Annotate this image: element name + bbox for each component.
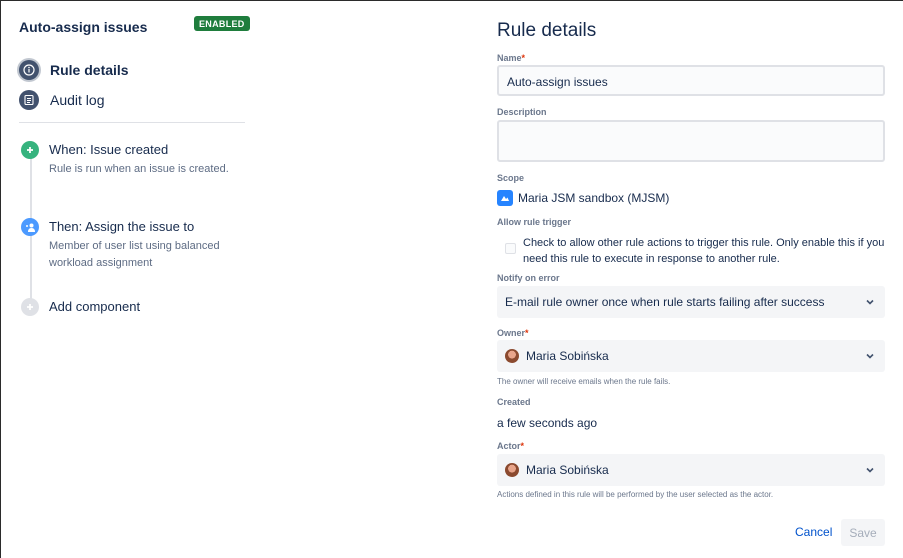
assign-user-icon (21, 218, 39, 236)
created-label: Created (497, 397, 531, 407)
list-icon (19, 90, 39, 110)
notify-select[interactable]: E-mail rule owner once when rule starts … (497, 286, 885, 318)
chevron-down-icon (866, 299, 874, 305)
owner-value: Maria Sobińska (526, 349, 609, 363)
rule-sidebar: Auto-assign issues ENABLED Rule details … (1, 1, 471, 557)
name-value: Auto-assign issues (507, 75, 608, 89)
scope-value: Maria JSM sandbox (MJSM) (497, 190, 669, 206)
description-label: Description (497, 107, 547, 117)
nav-audit-log[interactable]: Audit log (19, 89, 104, 111)
actor-value: Maria Sobińska (526, 463, 609, 477)
owner-select[interactable]: Maria Sobińska (497, 340, 885, 372)
actor-select[interactable]: Maria Sobińska (497, 454, 885, 486)
nav-label: Audit log (50, 92, 105, 108)
owner-label: Owner* (497, 328, 529, 338)
allow-trigger-text: Check to allow other rule actions to tri… (523, 237, 885, 265)
rule-details-form: Rule details Name* Auto-assign issues De… (497, 0, 897, 558)
actor-help: Actions defined in this rule will be per… (497, 490, 774, 499)
name-field[interactable]: Auto-assign issues (497, 65, 885, 96)
allow-trigger-checkbox[interactable] (505, 243, 516, 254)
chevron-down-icon (866, 467, 874, 473)
project-icon (497, 190, 513, 206)
avatar (505, 463, 519, 477)
notify-label: Notify on error (497, 273, 560, 283)
owner-help: The owner will receive emails when the r… (497, 377, 671, 386)
avatar (505, 349, 519, 363)
component-description: Rule is run when an issue is created. (49, 163, 229, 175)
status-badge: ENABLED (194, 16, 250, 31)
component-title: When: Issue created (49, 142, 169, 157)
divider (19, 122, 245, 123)
chevron-down-icon (866, 353, 874, 359)
scope-label: Scope (497, 173, 525, 183)
info-icon (19, 60, 39, 80)
rule-title: Auto-assign issues (19, 19, 148, 35)
description-field[interactable] (497, 120, 885, 162)
nav-label: Rule details (50, 62, 129, 78)
component-description: Member of user list using balanced workl… (49, 240, 220, 269)
page-title: Rule details (497, 20, 597, 41)
actor-label: Actor* (497, 441, 525, 451)
notify-value: E-mail rule owner once when rule starts … (505, 295, 825, 309)
cancel-button[interactable]: Cancel (795, 525, 832, 539)
nav-rule-details[interactable]: Rule details (19, 59, 129, 81)
created-value: a few seconds ago (497, 416, 598, 430)
component-title: Add component (49, 299, 141, 314)
save-button[interactable]: Save (841, 519, 885, 546)
allow-trigger-label: Allow rule trigger (497, 217, 572, 227)
plus-icon (21, 298, 39, 316)
component-title: Then: Assign the issue to (49, 219, 195, 234)
plus-icon (21, 141, 39, 159)
name-label: Name* (497, 53, 526, 63)
